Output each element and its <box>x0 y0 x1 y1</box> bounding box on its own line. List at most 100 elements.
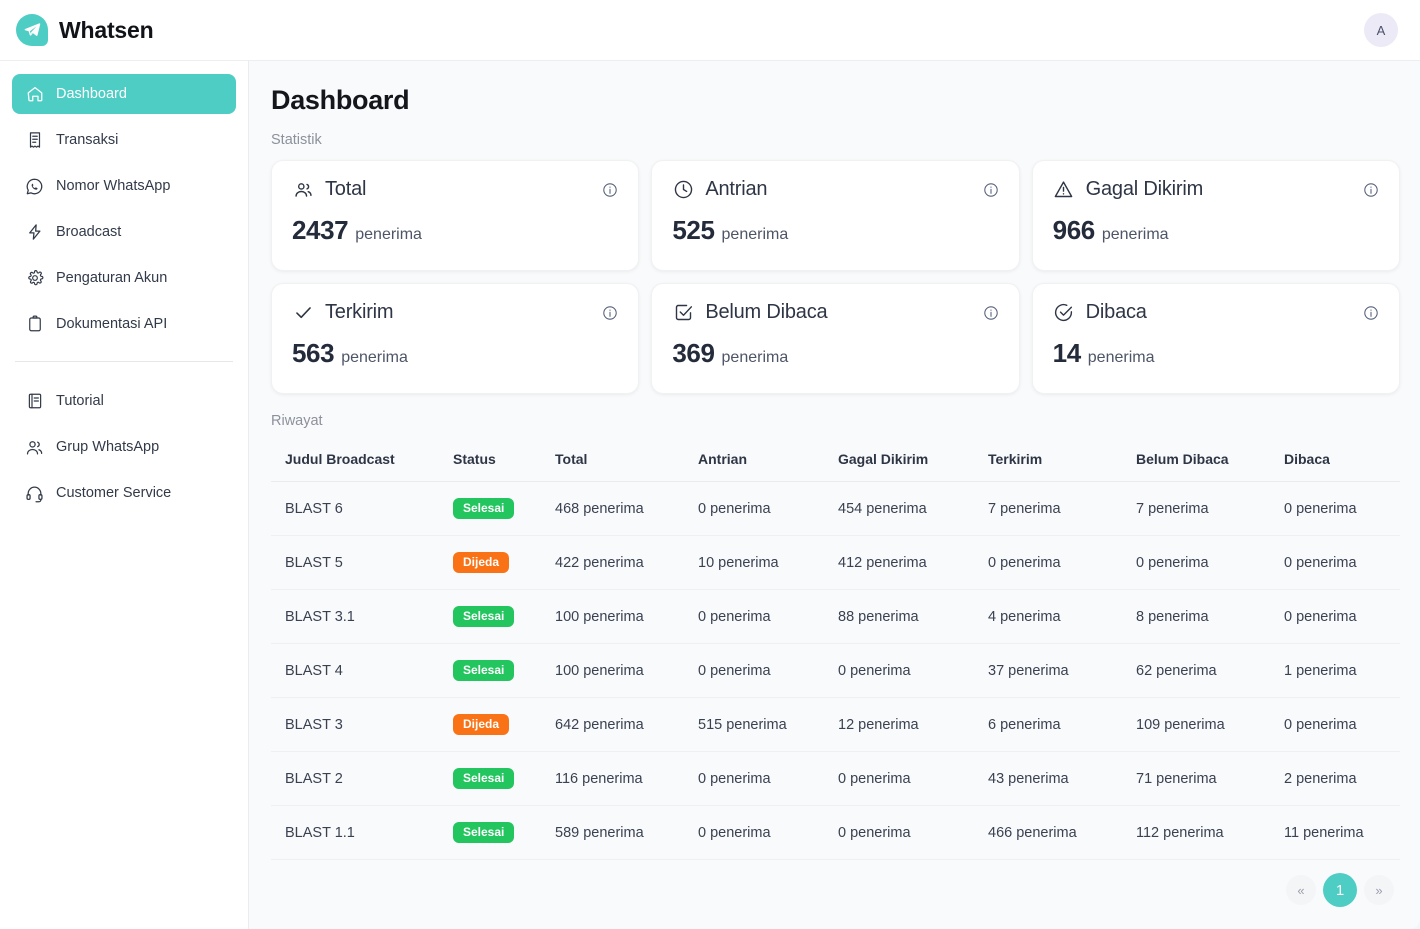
cell-belum: 109 penerima <box>1130 697 1278 752</box>
stat-card-title: Belum Dibaca <box>705 301 828 323</box>
cell-antrian: 515 penerima <box>692 697 832 752</box>
avatar[interactable]: A <box>1364 13 1398 47</box>
sidebar-item-transaksi[interactable]: Transaksi <box>12 120 236 160</box>
brand[interactable]: Whatsen <box>16 14 154 46</box>
stat-card-header: Terkirim <box>292 301 618 324</box>
column-header-status[interactable]: Status <box>447 441 549 482</box>
cell-dibaca: 2 penerima <box>1278 751 1400 806</box>
info-circle-icon[interactable] <box>983 182 999 198</box>
stat-card-unit: penerima <box>1087 349 1155 366</box>
pagination-next-button[interactable]: » <box>1364 875 1394 905</box>
cell-status: Selesai <box>447 481 549 536</box>
cell-status: Selesai <box>447 751 549 806</box>
main-content: Dashboard Statistik Total 2437 penerima … <box>249 61 1420 929</box>
check-circle-icon <box>1053 302 1075 324</box>
sidebar-item-label: Pengaturan Akun <box>56 270 168 286</box>
clock-icon <box>672 179 694 201</box>
column-header-belum-dibaca[interactable]: Belum Dibaca <box>1130 441 1278 482</box>
cell-total: 589 penerima <box>549 805 692 860</box>
sidebar-item-pengaturan-akun[interactable]: Pengaturan Akun <box>12 258 236 298</box>
cell-judul: BLAST 6 <box>271 481 447 536</box>
stat-card-value-row: 525 penerima <box>672 215 998 246</box>
cell-status: Selesai <box>447 805 549 860</box>
info-circle-icon[interactable] <box>1363 182 1379 198</box>
cell-status: Dijeda <box>447 535 549 590</box>
column-header-dibaca[interactable]: Dibaca <box>1278 441 1400 482</box>
sidebar-item-customer-service[interactable]: Customer Service <box>12 473 236 513</box>
cell-belum: 0 penerima <box>1130 535 1278 590</box>
stat-card-title: Total <box>325 178 367 200</box>
cell-total: 422 penerima <box>549 535 692 590</box>
info-circle-icon[interactable] <box>983 305 999 321</box>
cell-antrian: 0 penerima <box>692 805 832 860</box>
stat-card-header: Total <box>292 178 618 201</box>
stat-card-value-row: 2437 penerima <box>292 215 618 246</box>
column-header-total[interactable]: Total <box>549 441 692 482</box>
warning-icon <box>1053 179 1075 201</box>
sidebar-item-nomor-whatsapp[interactable]: Nomor WhatsApp <box>12 166 236 206</box>
cell-dibaca: 0 penerima <box>1278 697 1400 752</box>
brand-name: Whatsen <box>59 16 154 43</box>
table-row[interactable]: BLAST 4 Selesai 100 penerima 0 penerima … <box>271 643 1400 698</box>
stat-card-value: 563 <box>292 338 335 368</box>
app-header: Whatsen A <box>0 0 1420 61</box>
table-row[interactable]: BLAST 6 Selesai 468 penerima 0 penerima … <box>271 481 1400 536</box>
sidebar-item-broadcast[interactable]: Broadcast <box>12 212 236 252</box>
cell-judul: BLAST 2 <box>271 751 447 806</box>
table-row[interactable]: BLAST 1.1 Selesai 589 penerima 0 penerim… <box>271 805 1400 860</box>
cell-gagal: 88 penerima <box>832 589 982 644</box>
stat-card-title: Gagal Dikirim <box>1085 178 1204 200</box>
stat-card-label-row: Antrian <box>672 178 768 201</box>
stat-card-title: Dibaca <box>1085 301 1147 323</box>
sidebar-item-dashboard[interactable]: Dashboard <box>12 74 236 114</box>
column-header-gagal-dikirim[interactable]: Gagal Dikirim <box>832 441 982 482</box>
check-square-icon <box>672 302 694 324</box>
stat-card-label-row: Dibaca <box>1053 301 1147 324</box>
pagination-prev-button[interactable]: « <box>1286 875 1316 905</box>
table-row[interactable]: BLAST 3 Dijeda 642 penerima 515 penerima… <box>271 697 1400 752</box>
info-circle-icon[interactable] <box>602 305 618 321</box>
sidebar-item-dokumentasi-api[interactable]: Dokumentasi API <box>12 304 236 344</box>
stat-card-belum-dibaca: Belum Dibaca 369 penerima <box>651 283 1020 394</box>
stat-card-unit: penerima <box>1101 226 1169 243</box>
status-badge: Dijeda <box>453 552 510 573</box>
cell-antrian: 0 penerima <box>692 481 832 536</box>
info-circle-icon[interactable] <box>1363 305 1379 321</box>
table-head: Judul Broadcast Status Total Antrian Gag… <box>271 441 1400 482</box>
status-badge: Dijeda <box>453 714 510 735</box>
sidebar-secondary-group: Tutorial Grup WhatsApp Customer Service <box>12 381 236 513</box>
sidebar-item-grup-whatsapp[interactable]: Grup WhatsApp <box>12 427 236 467</box>
column-header-judul-broadcast[interactable]: Judul Broadcast <box>271 441 447 482</box>
pagination-page-1[interactable]: 1 <box>1323 873 1357 907</box>
cell-terkirim: 7 penerima <box>982 481 1130 536</box>
book-icon <box>25 392 44 411</box>
column-header-terkirim[interactable]: Terkirim <box>982 441 1130 482</box>
stat-card-unit: penerima <box>721 226 789 243</box>
cell-total: 642 penerima <box>549 697 692 752</box>
cell-total: 468 penerima <box>549 481 692 536</box>
cell-status: Selesai <box>447 643 549 698</box>
info-circle-icon[interactable] <box>602 182 618 198</box>
sidebar-item-tutorial[interactable]: Tutorial <box>12 381 236 421</box>
table-row[interactable]: BLAST 3.1 Selesai 100 penerima 0 penerim… <box>271 589 1400 644</box>
column-header-antrian[interactable]: Antrian <box>692 441 832 482</box>
sidebar-primary-group: Dashboard Transaksi Nomor WhatsApp Broad… <box>12 74 236 344</box>
table-row[interactable]: BLAST 5 Dijeda 422 penerima 10 penerima … <box>271 535 1400 590</box>
sidebar-item-label: Dashboard <box>56 86 127 102</box>
stat-card-gagal-dikirim: Gagal Dikirim 966 penerima <box>1031 160 1400 271</box>
sidebar-divider <box>15 361 233 362</box>
status-badge: Selesai <box>453 660 515 681</box>
sidebar-item-label: Transaksi <box>56 132 119 148</box>
stat-card-value: 14 <box>1052 338 1082 368</box>
stat-card-antrian: Antrian 525 penerima <box>651 160 1020 271</box>
table-row[interactable]: BLAST 2 Selesai 116 penerima 0 penerima … <box>271 751 1400 806</box>
sidebar-item-label: Customer Service <box>56 485 172 501</box>
cell-gagal: 0 penerima <box>832 805 982 860</box>
stat-card-unit: penerima <box>721 349 789 366</box>
stat-card-value-row: 369 penerima <box>672 338 998 369</box>
cell-dibaca: 0 penerima <box>1278 535 1400 590</box>
page-title: Dashboard <box>271 85 410 115</box>
cell-gagal: 12 penerima <box>832 697 982 752</box>
status-badge: Selesai <box>453 768 515 789</box>
history-section-label: Riwayat <box>271 413 323 429</box>
